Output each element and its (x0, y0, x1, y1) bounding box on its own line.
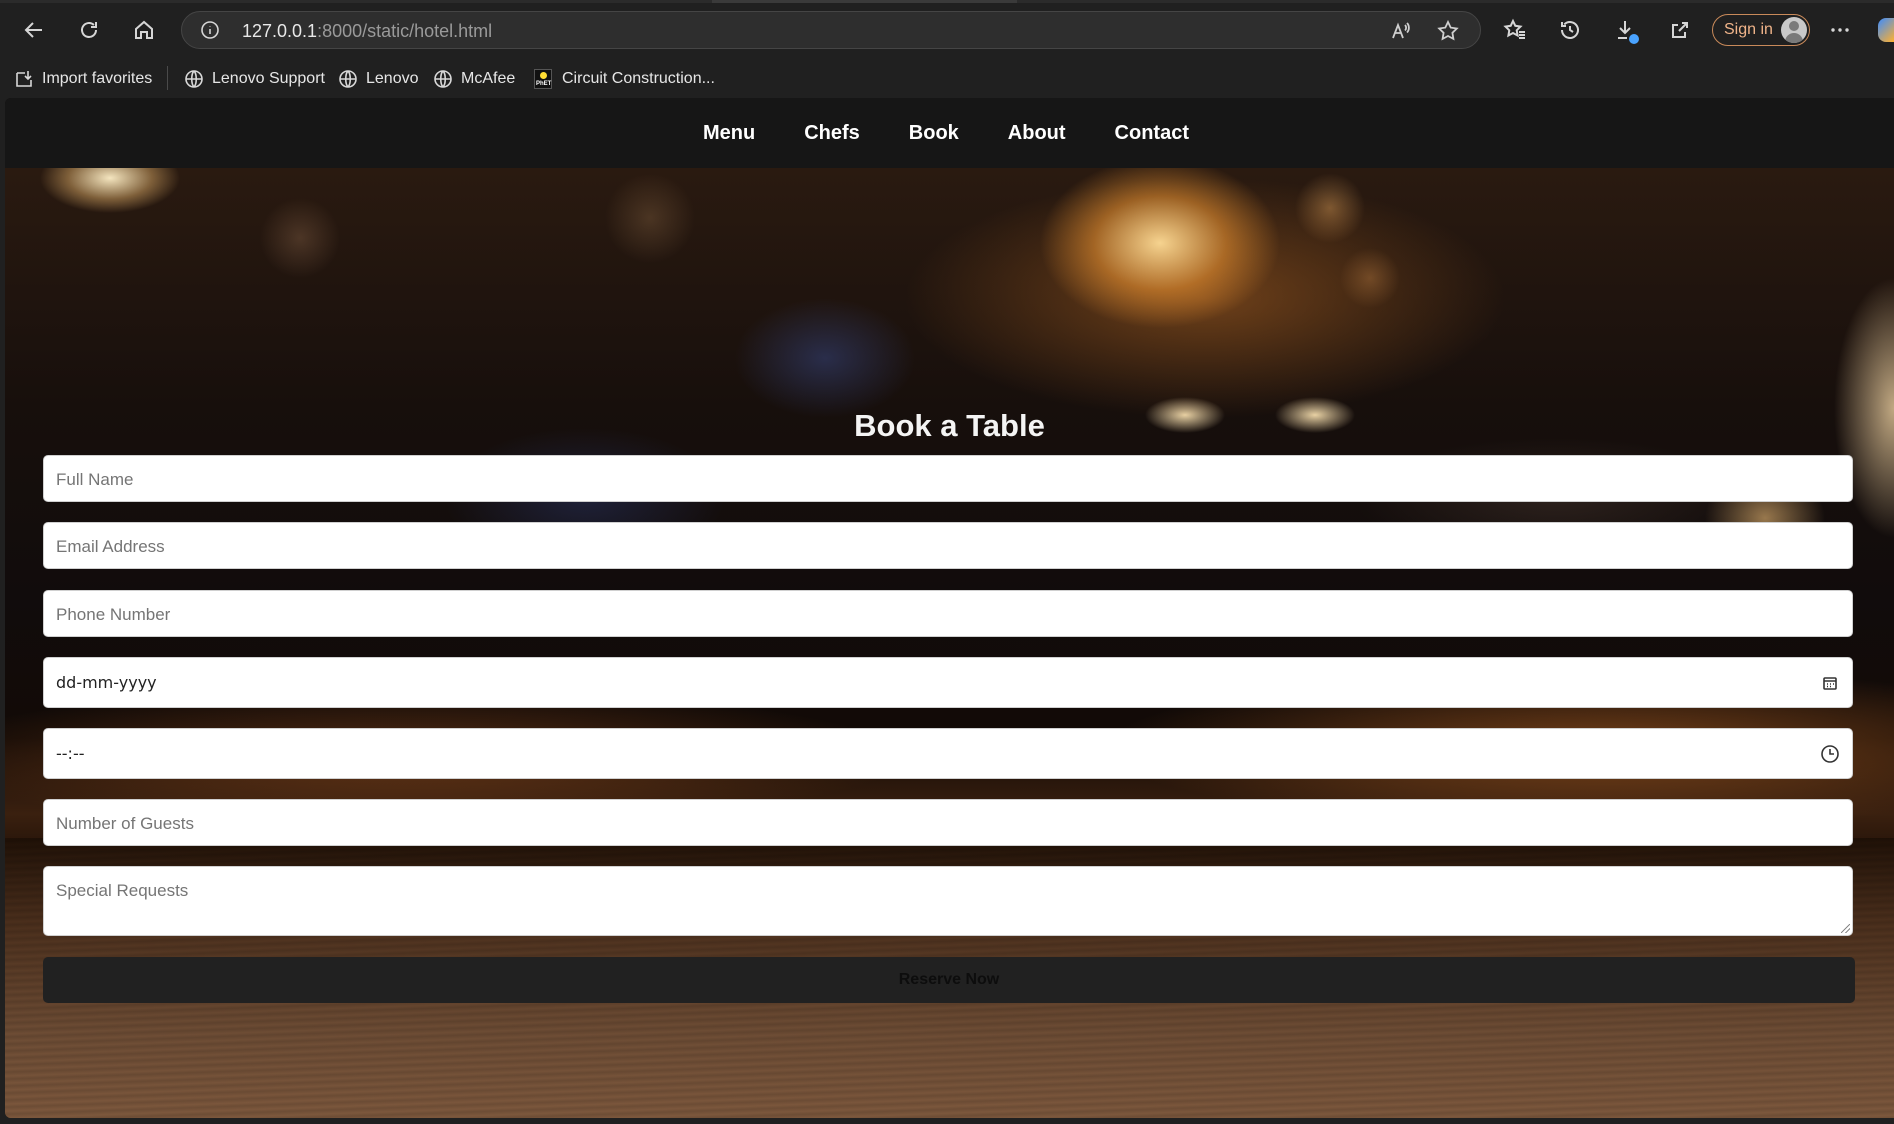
date-input[interactable]: dd-mm-yyyy (43, 657, 1853, 708)
back-button[interactable] (16, 12, 52, 48)
more-button[interactable] (1822, 12, 1858, 48)
nav-menu-link[interactable]: Menu (703, 122, 755, 145)
favorites-icon (1503, 18, 1525, 39)
read-aloud-button[interactable] (1389, 19, 1413, 43)
reserve-now-button[interactable]: Reserve Now (43, 957, 1855, 1003)
download-badge (1629, 34, 1639, 44)
clock-icon[interactable] (1820, 744, 1840, 764)
more-icon (1831, 28, 1849, 32)
resize-handle[interactable] (1841, 924, 1850, 933)
refresh-button[interactable] (71, 12, 107, 48)
avatar-icon (1781, 17, 1807, 43)
share-button[interactable] (1662, 12, 1698, 48)
date-placeholder: dd-mm-yyyy (56, 673, 157, 692)
globe-icon (434, 70, 452, 88)
site-navbar: Menu Chefs Book About Contact (5, 98, 1894, 168)
globe-icon (339, 70, 357, 88)
nav-chefs-link[interactable]: Chefs (804, 122, 860, 145)
full-name-placeholder: Full Name (56, 470, 134, 489)
address-url[interactable]: 127.0.0.1:8000/static/hotel.html (242, 21, 492, 42)
downloads-button[interactable] (1607, 12, 1643, 48)
calendar-icon[interactable] (1820, 673, 1840, 693)
nav-contact-link[interactable]: Contact (1115, 122, 1189, 145)
nav-links: Menu Chefs Book About Contact (5, 98, 1894, 168)
page-viewport: Menu Chefs Book About Contact Book a Tab… (5, 98, 1894, 1118)
read-aloud-icon (1392, 22, 1410, 39)
favorites-button[interactable] (1497, 12, 1533, 48)
share-icon (1672, 22, 1688, 38)
bookmark-label: McAfee (461, 70, 516, 87)
bookmark-circuit-construction[interactable]: PhET Circuit Construction... (534, 67, 715, 91)
add-favorite-button[interactable] (1436, 19, 1460, 43)
full-name-input[interactable]: Full Name (43, 455, 1853, 502)
refresh-icon (81, 22, 97, 38)
guests-input[interactable]: Number of Guests (43, 799, 1853, 846)
browser-toolbar: 127.0.0.1:8000/static/hotel.html Sign in (0, 0, 1894, 60)
bookmark-lenovo-support[interactable]: Lenovo Support (184, 67, 325, 91)
import-icon (16, 71, 32, 87)
history-icon (1561, 21, 1579, 39)
address-bar[interactable]: 127.0.0.1:8000/static/hotel.html (181, 11, 1481, 49)
sign-in-label: Sign in (1724, 21, 1773, 38)
email-input[interactable]: Email Address (43, 522, 1853, 569)
bookmarks-bar: Import favorites Lenovo Support Lenovo M… (0, 60, 1894, 98)
nav-book-link[interactable]: Book (909, 122, 959, 145)
phet-icon: PhET (534, 69, 552, 89)
back-icon (24, 22, 42, 38)
bookmark-label: Lenovo (366, 70, 419, 87)
sign-in-button[interactable]: Sign in (1712, 14, 1810, 46)
bookmark-separator (167, 66, 168, 90)
booking-title: Book a Table (854, 408, 1045, 443)
special-requests-textarea[interactable]: Special Requests (43, 866, 1853, 936)
phone-input[interactable]: Phone Number (43, 590, 1853, 637)
bookmark-import-favorites[interactable]: Import favorites (14, 67, 152, 91)
bookmark-mcafee[interactable]: McAfee (433, 67, 515, 91)
time-input[interactable]: --:-- (43, 728, 1853, 779)
phone-placeholder: Phone Number (56, 605, 171, 624)
bookmark-label: Import favorites (42, 70, 153, 87)
home-button[interactable] (126, 12, 162, 48)
bookmark-label: Circuit Construction... (562, 70, 715, 87)
globe-icon (185, 70, 203, 88)
guests-placeholder: Number of Guests (56, 814, 194, 833)
history-button[interactable] (1552, 12, 1588, 48)
home-icon (135, 20, 153, 39)
bookmark-label: Lenovo Support (212, 70, 325, 87)
tab-strip-edge (0, 0, 1894, 3)
site-info-icon[interactable] (200, 20, 220, 40)
bookmark-lenovo[interactable]: Lenovo (338, 67, 419, 91)
copilot-icon[interactable] (1878, 18, 1894, 42)
time-placeholder: --:-- (56, 744, 85, 763)
favorite-star-icon (1437, 20, 1459, 41)
email-placeholder: Email Address (56, 537, 165, 556)
requests-placeholder: Special Requests (56, 881, 189, 900)
nav-about-link[interactable]: About (1008, 122, 1066, 145)
